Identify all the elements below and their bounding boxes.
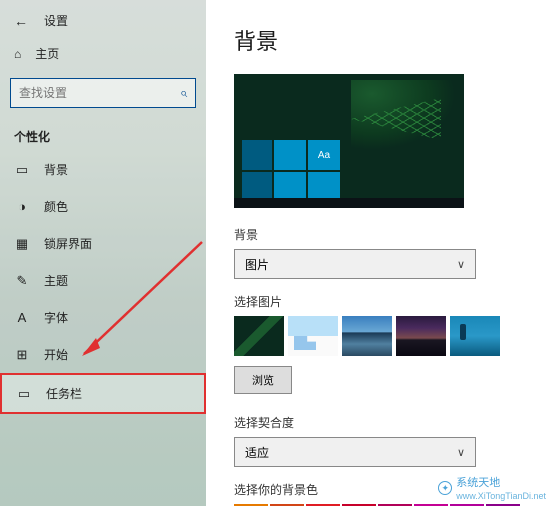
page-title: 背景 <box>234 24 532 56</box>
main-content: 背景 Aa 背景 图片 ∨ 选择图片 浏览 选择契合度 适应 ∨ <box>206 0 552 506</box>
sidebar-item-label: 锁屏界面 <box>44 235 92 252</box>
background-icon: ▭ <box>14 162 30 178</box>
sidebar-item-label: 开始 <box>44 346 68 363</box>
fit-select[interactable]: 适应 ∨ <box>234 437 476 467</box>
desktop-preview: Aa <box>234 74 464 208</box>
sidebar-item-font[interactable]: A 字体 <box>0 299 206 336</box>
lockscreen-icon: ▦ <box>14 236 30 252</box>
select-value: 图片 <box>245 256 269 273</box>
sidebar-item-theme[interactable]: ✎ 主题 <box>0 262 206 299</box>
pick-label: 选择图片 <box>234 293 532 310</box>
sidebar-item-background[interactable]: ▭ 背景 <box>0 151 206 188</box>
thumbnail[interactable] <box>396 316 446 356</box>
select-value: 适应 <box>245 444 269 461</box>
section-label: 个性化 <box>0 116 206 151</box>
search-input[interactable] <box>19 86 180 100</box>
sidebar-item-label: 颜色 <box>44 198 68 215</box>
thumbnail[interactable] <box>288 316 338 356</box>
thumbnail-row <box>234 316 532 356</box>
bg-label: 背景 <box>234 226 532 243</box>
color-icon: ◑ <box>14 199 30 215</box>
watermark-url: www.XiTongTianDi.net <box>456 491 546 501</box>
watermark: ✦ 系统天地 www.XiTongTianDi.net <box>438 474 546 502</box>
home-icon: ⌂ <box>14 47 21 61</box>
theme-icon: ✎ <box>14 273 30 289</box>
sidebar-item-start[interactable]: ⊞ 开始 <box>0 336 206 373</box>
preview-sample-text: Aa <box>308 140 340 170</box>
sidebar-item-label: 任务栏 <box>46 385 82 402</box>
chevron-down-icon: ∨ <box>457 258 465 271</box>
home-label: 主页 <box>35 45 59 62</box>
home-nav[interactable]: ⌂ 主页 <box>0 37 206 70</box>
sidebar-item-label: 字体 <box>44 309 68 326</box>
sidebar-item-colors[interactable]: ◑ 颜色 <box>0 188 206 225</box>
thumbnail[interactable] <box>234 316 284 356</box>
sidebar-item-taskbar[interactable]: ▭ 任务栏 <box>0 373 206 414</box>
fit-label: 选择契合度 <box>234 414 532 431</box>
thumbnail[interactable] <box>342 316 392 356</box>
sidebar: ← 设置 ⌂ 主页 ⌕ 个性化 ▭ 背景 ◑ 颜色 ▦ 锁屏界面 <box>0 0 206 506</box>
background-type-select[interactable]: 图片 ∨ <box>234 249 476 279</box>
watermark-text: 系统天地 <box>456 477 500 489</box>
search-icon: ⌕ <box>180 85 187 101</box>
chevron-down-icon: ∨ <box>457 446 465 459</box>
window-title: 设置 <box>44 12 68 29</box>
watermark-logo-icon: ✦ <box>438 481 452 495</box>
search-box[interactable]: ⌕ <box>10 78 196 108</box>
sidebar-item-label: 主题 <box>44 272 68 289</box>
font-icon: A <box>14 310 30 326</box>
start-icon: ⊞ <box>14 347 30 363</box>
browse-button[interactable]: 浏览 <box>234 366 292 394</box>
thumbnail[interactable] <box>450 316 500 356</box>
back-button[interactable]: ← <box>14 13 28 29</box>
sidebar-item-label: 背景 <box>44 161 68 178</box>
sidebar-item-lockscreen[interactable]: ▦ 锁屏界面 <box>0 225 206 262</box>
taskbar-icon: ▭ <box>16 386 32 402</box>
